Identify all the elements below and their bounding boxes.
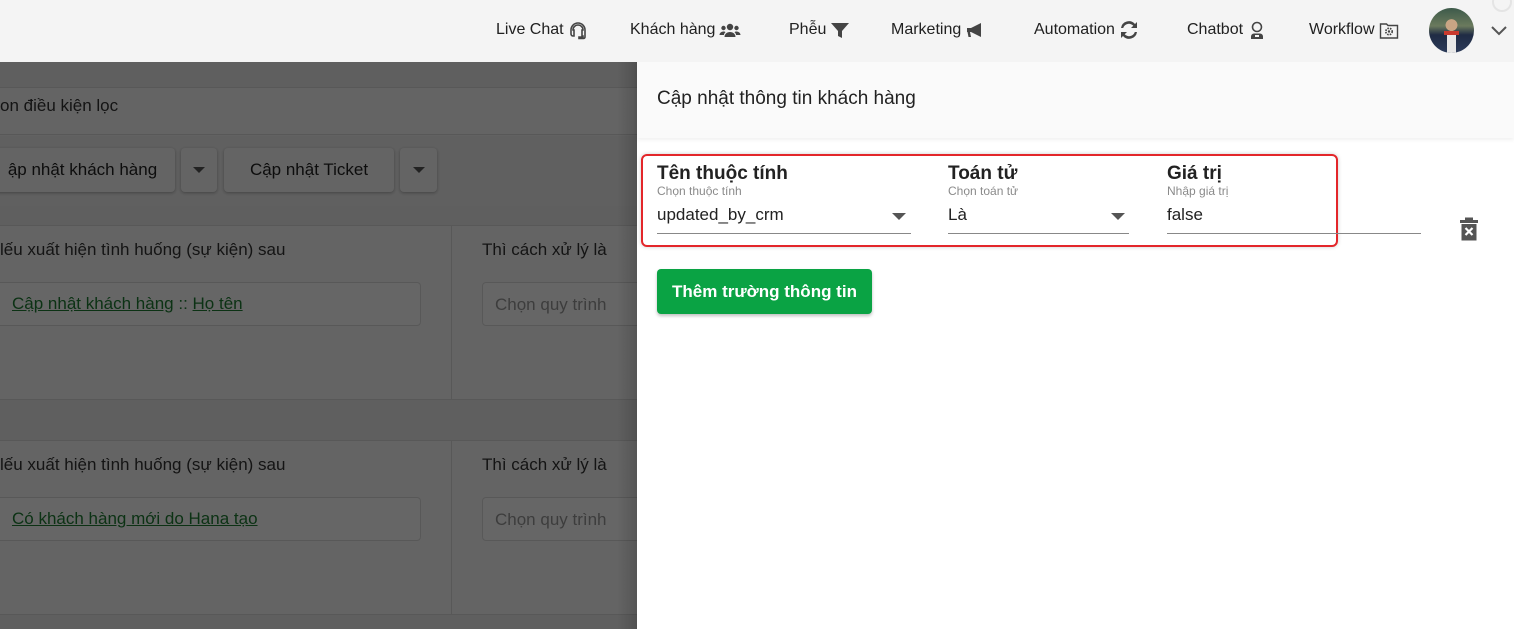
- nav-workflow-label: Workflow: [1309, 21, 1375, 38]
- nav-chatbot-label: Chatbot: [1187, 21, 1244, 38]
- workflow-gear-icon: [1379, 23, 1398, 39]
- chevron-down-icon[interactable]: [1489, 20, 1509, 40]
- filter-icon: [831, 23, 850, 38]
- update-customer-drawer: Cập nhật thông tin khách hàng Tên thuộc …: [637, 62, 1514, 629]
- nav-customers[interactable]: Khách hàng: [630, 20, 741, 40]
- megaphone-icon: [967, 23, 982, 37]
- close-icon[interactable]: [1492, 0, 1512, 12]
- operator-select[interactable]: Là: [948, 205, 967, 225]
- value-underline: [1167, 233, 1421, 234]
- headset-icon: [569, 22, 586, 40]
- operator-hint: Chọn toán tử: [948, 184, 1019, 198]
- caret-down-icon[interactable]: [892, 213, 906, 220]
- nav-workflow[interactable]: Workflow: [1309, 20, 1399, 40]
- attribute-field: Tên thuộc tính Chọn thuộc tính updated_b…: [657, 163, 911, 234]
- drawer-title: Cập nhật thông tin khách hàng: [657, 88, 916, 109]
- nav-live-chat-label: Live Chat: [496, 21, 564, 38]
- delete-row-icon[interactable]: [1460, 217, 1478, 241]
- users-icon: [719, 23, 741, 37]
- avatar-figure: [1447, 34, 1456, 53]
- drawer-header: Cập nhật thông tin khách hàng: [637, 62, 1514, 138]
- nav-chatbot[interactable]: Chatbot: [1187, 20, 1267, 40]
- operator-underline: [948, 233, 1129, 234]
- nav-funnel-label: Phễu: [789, 21, 827, 38]
- caret-down-icon[interactable]: [1111, 213, 1125, 220]
- nav-automation[interactable]: Automation: [1034, 20, 1139, 40]
- operator-label: Toán tử: [948, 163, 1018, 184]
- robot-icon: [1251, 21, 1264, 39]
- attribute-underline: [657, 233, 911, 234]
- avatar-figure-collar: [1444, 31, 1459, 35]
- modal-backdrop[interactable]: [0, 62, 637, 629]
- attribute-hint: Chọn thuộc tính: [657, 184, 742, 198]
- value-label: Giá trị: [1167, 163, 1222, 184]
- drawer-shadow: [617, 62, 637, 629]
- add-field-button[interactable]: Thêm trường thông tin: [657, 269, 872, 314]
- nav-automation-label: Automation: [1034, 21, 1115, 38]
- value-input[interactable]: false: [1167, 205, 1203, 225]
- value-field: Giá trị Nhập giá trị false: [1167, 163, 1421, 234]
- nav-live-chat[interactable]: Live Chat: [496, 20, 588, 40]
- top-navbar: Live Chat Khách hàng Phễu Marketing Auto…: [0, 0, 1514, 62]
- attribute-label: Tên thuộc tính: [657, 163, 788, 184]
- nav-customers-label: Khách hàng: [630, 21, 716, 38]
- operator-field: Toán tử Chọn toán tử Là: [948, 163, 1129, 234]
- user-avatar[interactable]: [1429, 8, 1474, 53]
- attribute-select[interactable]: updated_by_crm: [657, 205, 784, 225]
- sync-icon: [1120, 21, 1137, 39]
- nav-marketing[interactable]: Marketing: [891, 20, 985, 40]
- value-hint: Nhập giá trị: [1167, 184, 1229, 198]
- nav-funnel[interactable]: Phễu: [789, 20, 850, 40]
- nav-marketing-label: Marketing: [891, 21, 962, 38]
